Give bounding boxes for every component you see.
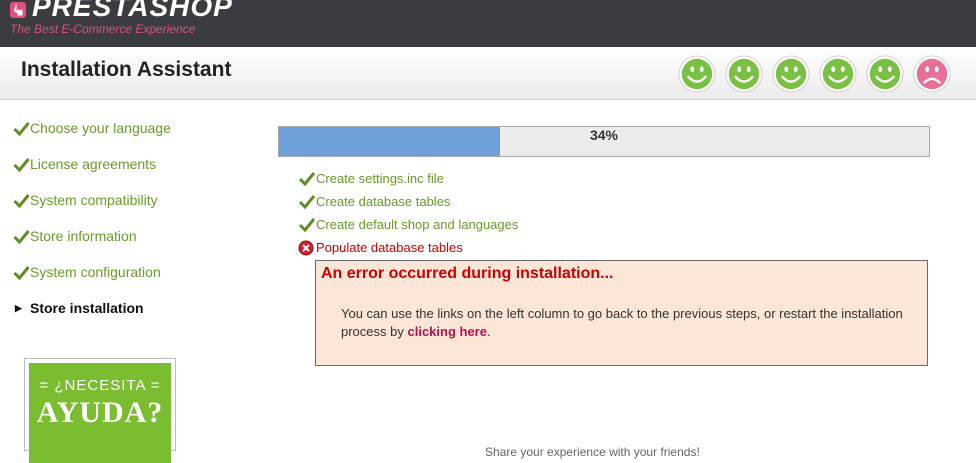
sidebar-steps: Choose your language License agreements …: [13, 120, 171, 336]
footer-text: Share your experience with your friends!: [485, 445, 700, 459]
help-banner-line2: AYUDA?: [36, 396, 164, 429]
task-list: Create settings.inc file Create database…: [298, 167, 518, 259]
error-message-end: .: [486, 324, 491, 339]
sidebar-step-store-info[interactable]: Store information: [13, 228, 171, 264]
task-item: Create database tables: [298, 190, 518, 213]
error-box: An error occurred during installation...…: [315, 260, 928, 366]
task-item: Create settings.inc file: [298, 167, 518, 190]
happy-smiley-icon: [678, 55, 716, 93]
active-arrow-icon: ▶: [15, 303, 22, 313]
help-banner-line1: = ¿NECESITA =: [39, 377, 161, 394]
sidebar-step-label: System compatibility: [30, 192, 158, 208]
task-label: Populate database tables: [316, 240, 463, 255]
error-message: You can use the links on the left column…: [341, 305, 921, 341]
restart-install-link[interactable]: clicking here: [407, 324, 486, 339]
task-item: Create default shop and languages: [298, 213, 518, 236]
happy-smiley-icon: [772, 55, 810, 93]
sidebar-step-label: Store information: [30, 228, 137, 244]
task-label: Create default shop and languages: [316, 217, 519, 232]
page-title: Installation Assistant: [21, 58, 232, 81]
sidebar-step-system-config[interactable]: System configuration: [13, 264, 171, 300]
error-title: An error occurred during installation...: [321, 265, 614, 282]
task-label: Create database tables: [316, 194, 451, 209]
progress-label: 34%: [589, 127, 619, 143]
task-label: Create settings.inc file: [316, 171, 444, 186]
checkmark-icon: [298, 171, 316, 186]
sidebar-step-label: System configuration: [30, 264, 161, 280]
sidebar-step-store-installation: ▶ Store installation: [13, 300, 171, 336]
checkmark-icon: [13, 230, 30, 244]
checkmark-icon: [298, 194, 316, 209]
checkmark-icon: [298, 217, 316, 232]
brand-name: PRESTASHOP: [32, 0, 233, 22]
error-icon: [298, 240, 314, 255]
checkmark-icon: [13, 194, 30, 208]
help-banner-graphic: = ¿NECESITA = AYUDA?: [29, 363, 171, 463]
task-item-error: Populate database tables: [298, 236, 518, 259]
sidebar-step-license[interactable]: License agreements: [13, 156, 171, 192]
sidebar-step-label: Choose your language: [30, 120, 171, 136]
sidebar-step-language[interactable]: Choose your language: [13, 120, 171, 156]
checkmark-icon: [13, 158, 30, 172]
checkmark-icon: [13, 122, 30, 136]
happy-smiley-icon: [725, 55, 763, 93]
install-progress-bar: 34%: [278, 126, 930, 157]
sidebar-step-compatibility[interactable]: System compatibility: [13, 192, 171, 228]
happy-smiley-icon: [866, 55, 904, 93]
sidebar-step-label: License agreements: [30, 156, 157, 172]
happy-smiley-icon: [819, 55, 857, 93]
top-bar: PRESTASHOP The Best E-Commerce Experienc…: [0, 0, 976, 47]
help-banner[interactable]: = ¿NECESITA = AYUDA?: [24, 358, 176, 463]
checkmark-icon: [13, 266, 30, 280]
sad-smiley-icon: [913, 55, 951, 93]
sidebar-step-label: Store installation: [30, 300, 144, 316]
brand-tagline: The Best E-Commerce Experience: [10, 22, 196, 36]
shop-logo-icon: [10, 2, 26, 18]
